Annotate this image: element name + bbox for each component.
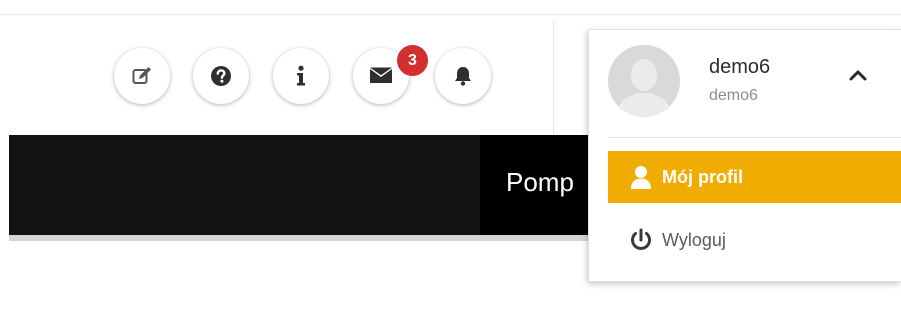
info-icon xyxy=(297,65,305,86)
banner-shadow xyxy=(9,235,599,241)
edit-button[interactable] xyxy=(114,48,170,104)
menu-item-profile-label: Mój profil xyxy=(662,166,743,187)
help-button[interactable] xyxy=(193,48,249,104)
bell-icon xyxy=(455,67,471,86)
edit-icon xyxy=(132,67,151,84)
menu-item-logout-label: Wyloguj xyxy=(662,229,726,250)
power-icon xyxy=(628,227,654,253)
header-divider xyxy=(553,20,554,135)
user-icon xyxy=(628,164,654,190)
user-login: demo6 xyxy=(709,87,758,104)
header-top-border xyxy=(0,14,901,15)
menu-item-logout[interactable]: Wyloguj xyxy=(608,214,901,266)
user-avatar-icon xyxy=(608,45,680,117)
info-button[interactable] xyxy=(273,48,329,104)
chevron-up-icon[interactable] xyxy=(848,67,868,83)
menu-divider xyxy=(608,137,901,138)
help-icon xyxy=(211,66,231,86)
notifications-button[interactable] xyxy=(435,48,491,104)
user-name: demo6 xyxy=(709,56,771,78)
mail-icon xyxy=(370,67,392,83)
messages-count-badge: 3 xyxy=(397,45,428,76)
banner-title: Pomp xyxy=(506,167,574,197)
menu-item-profile[interactable]: Mój profil xyxy=(608,151,901,203)
avatar[interactable] xyxy=(608,45,680,117)
